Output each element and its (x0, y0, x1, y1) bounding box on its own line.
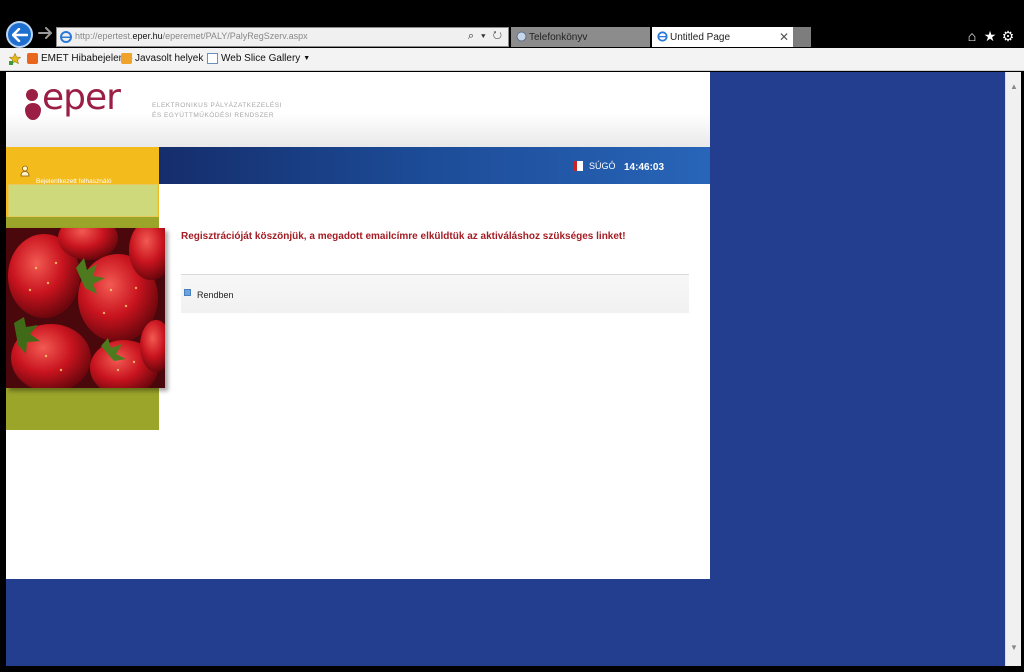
vertical-scrollbar[interactable]: ▲ ▼ (1005, 72, 1021, 666)
new-tab-button[interactable] (793, 27, 811, 47)
page-content: eper ELEKTRONIKUS PÁLYÁZATKEZELÉSI ÉS EG… (6, 72, 710, 579)
favorite-label: Web Slice Gallery (221, 53, 301, 64)
address-url: http://epertest.eper.hu/eperemet/PALY/Pa… (75, 31, 308, 41)
forward-button[interactable] (38, 26, 54, 44)
tagline-line-2: ÉS EGYÜTTMŰKÖDÉSI RENDSZER (152, 112, 275, 119)
suggested-sites-icon (121, 53, 132, 64)
url-path: /eperemet/PALY/PalyRegSzerv.aspx (162, 31, 308, 41)
ok-button-label: Rendben (197, 290, 234, 300)
address-tools[interactable]: ⌕ ▾ ↻ (468, 30, 504, 43)
help-link[interactable]: SÚGÓ (574, 161, 616, 171)
app-header: eper ELEKTRONIKUS PÁLYÁZATKEZELÉSI ÉS EG… (6, 72, 710, 147)
scroll-down-icon[interactable]: ▼ (1006, 643, 1022, 652)
tab-untitled-page[interactable]: Untitled Page ✕ (652, 27, 793, 47)
app-tagline: ELEKTRONIKUS PÁLYÁZATKEZELÉSI ÉS EGYÜTTM… (152, 101, 282, 121)
favorite-label: EMET Hibabejelentő (41, 53, 133, 64)
favorite-emet[interactable]: EMET Hibabejelentő (27, 53, 133, 64)
ie-page-icon (60, 31, 72, 43)
favorites-bar: EMET Hibabejelentő Javasolt helyek ▼ Web… (0, 48, 1024, 71)
page-viewport: eper ELEKTRONIKUS PÁLYÁZATKEZELÉSI ÉS EG… (6, 72, 1006, 666)
favorite-label: Javasolt helyek (135, 53, 204, 64)
ok-button[interactable]: Rendben (184, 288, 234, 300)
help-label: SÚGÓ (589, 161, 616, 171)
logo-dot (26, 89, 38, 101)
ie-page-icon (657, 31, 668, 42)
emet-icon (27, 53, 38, 64)
gear-icon[interactable]: ⚙ (1000, 27, 1016, 45)
web-slice-icon (207, 53, 218, 64)
user-name-box (8, 184, 158, 217)
clock: 14:46:03 (624, 162, 665, 173)
page-icon (516, 31, 527, 42)
strawberry-image (6, 228, 165, 388)
tab-telefonkonyv[interactable]: Telefonkönyv (511, 27, 650, 47)
forward-arrow-icon (38, 27, 53, 39)
sidebar-user-panel: Bejelentkezett felhasználó (6, 147, 159, 217)
star-plus-icon (9, 53, 22, 65)
home-icon[interactable]: ⌂ (964, 27, 980, 45)
add-favorite-star-icon[interactable] (9, 53, 22, 65)
strawberries-picture (6, 228, 165, 388)
favorites-star-icon[interactable]: ★ (982, 27, 998, 45)
address-bar[interactable]: http://epertest.eper.hu/eperemet/PALY/Pa… (56, 27, 509, 47)
app-version: EperTest (M) V-7.22 (21, 477, 93, 486)
url-prefix: http://epertest. (75, 31, 133, 41)
tab-label: Untitled Page (670, 32, 731, 43)
tab-label: Telefonkönyv (529, 32, 588, 43)
favorite-web-slice-gallery[interactable]: Web Slice Gallery ▼ (207, 53, 310, 64)
bullet-icon (184, 288, 191, 296)
action-panel: Rendben (181, 274, 689, 313)
success-message: Regisztrációját köszönjük, a megadott em… (181, 231, 626, 242)
chevron-down-icon: ▼ (303, 55, 311, 62)
back-button[interactable] (6, 21, 33, 48)
logo-strawberry-icon (25, 103, 41, 120)
user-icon (20, 165, 30, 177)
sidebar: Bejelentkezett felhasználó EperTest (M) … (6, 147, 165, 486)
tagline-line-1: ELEKTRONIKUS PÁLYÁZATKEZELÉSI (152, 102, 282, 109)
logo-text: eper (42, 77, 121, 118)
scroll-up-icon[interactable]: ▲ (1006, 82, 1022, 91)
url-domain: eper.hu (132, 31, 163, 41)
back-arrow-icon (11, 27, 28, 42)
book-icon (574, 161, 583, 171)
favorite-javasolt-helyek[interactable]: Javasolt helyek ▼ (121, 53, 213, 64)
close-tab-icon[interactable]: ✕ (779, 30, 789, 44)
browser-titlebar: http://epertest.eper.hu/eperemet/PALY/Pa… (0, 0, 1024, 48)
